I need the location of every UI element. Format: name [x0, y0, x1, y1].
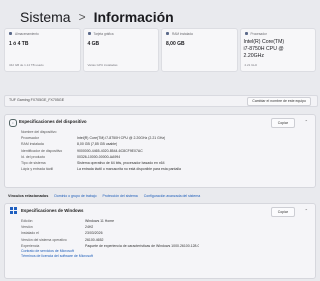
spec-key: Edición	[21, 219, 33, 224]
spec-key: Versión	[21, 225, 33, 230]
spec-key: Id. del producto	[21, 154, 46, 159]
spec-value: 24H2	[85, 225, 94, 230]
cpu-label: Procesador	[250, 32, 267, 36]
cpu-card[interactable]: Procesador Intel(R) Core(TM) i7-8750H CP…	[239, 28, 316, 72]
storage-value: 1 ó 4 TB	[9, 41, 29, 47]
spec-value: La entrada táctil o manuscrita no está d…	[77, 167, 181, 172]
copy-device-specs-button[interactable]: Copiar	[270, 118, 295, 128]
cpu-line-2: i7-8750H CPU @	[243, 46, 284, 52]
related-links-label: Vínculos relacionados	[8, 194, 49, 198]
spec-value: Intel(R) Core(TM) i7-8750H CPU @ 2.20GHz…	[77, 136, 166, 141]
spec-key: Tipo de sistema	[21, 161, 46, 166]
breadcrumb-parent[interactable]: Sistema	[20, 9, 71, 25]
device-name-row: TUF Gaming FX705GE_FX705GE Cambiar el no…	[4, 95, 318, 107]
spec-value: 8,00 GB (7,85 GB usable)	[77, 142, 118, 147]
breadcrumb: Sistema > Información	[20, 8, 174, 26]
spec-key: Nombre del dispositivo	[21, 130, 57, 135]
cpu-line-3: 2.20GHz	[243, 53, 264, 59]
storage-card[interactable]: Almacenamiento 1 ó 4 TB 342 GB de 1.14 T…	[4, 28, 81, 72]
link-domain-workgroup[interactable]: Dominio o grupo de trabajo	[54, 194, 96, 198]
summary-cards: Almacenamiento 1 ó 4 TB 342 GB de 1.14 T…	[0, 28, 320, 72]
spec-key: Instalado el	[21, 231, 39, 236]
gpu-icon	[87, 32, 91, 35]
device-name: TUF Gaming FX705GE_FX705GE	[9, 98, 65, 102]
spec-key: Lápiz y entrada táctil	[21, 167, 54, 172]
gpu-card[interactable]: Tarjeta gráfica 4 GB Varias GPU instalad…	[82, 28, 159, 72]
chevron-up-icon[interactable]: ⌃	[305, 208, 308, 213]
page-title: Información	[93, 9, 174, 25]
windows-logo-icon	[10, 207, 17, 214]
ram-card[interactable]: RAM instalada 8,00 GB	[161, 28, 238, 72]
spec-key: Versión del sistema operativo	[21, 237, 67, 242]
spec-value: 26100.4652	[85, 237, 104, 242]
spec-row: Lápiz y entrada táctil La entrada táctil …	[21, 166, 181, 172]
gpu-label: Tarjeta gráfica	[93, 32, 114, 36]
rename-pc-button[interactable]: Cambiar el nombre de este equipo	[247, 97, 311, 106]
gpu-sub: Varias GPU instaladas	[87, 63, 118, 67]
ram-label: RAM instalada	[172, 32, 193, 36]
device-specs-panel: i Especificaciones del dispositivo Copia…	[4, 114, 316, 188]
spec-value: Windows 11 Home	[85, 219, 115, 224]
storage-icon	[9, 32, 12, 35]
spec-value: 00326-10000-00000-AA994	[77, 154, 121, 159]
cpu-value: Intel(R) Core(TM) i7-8750H CPU @ 2.20GHz	[244, 39, 285, 60]
gpu-value: 4 GB	[87, 41, 100, 47]
device-specs-title: Especificaciones del dispositivo	[19, 119, 87, 124]
windows-specs-list: Edición Windows 11 Home Versión 24H2 Insta…	[21, 218, 199, 260]
link-advanced-settings[interactable]: Configuración avanzada del sistema	[144, 194, 200, 198]
ram-value: 8,00 GB	[166, 41, 185, 47]
storage-sub: 342 GB de 1.14 TB usado	[9, 63, 44, 67]
info-icon: i	[9, 119, 17, 127]
device-specs-list: Nombre del dispositivo Procesador Intel(R…	[21, 129, 181, 172]
cpu-line-1: Intel(R) Core(TM)	[243, 39, 285, 45]
spec-value: Sistema operativo de 64 bits, procesador…	[77, 161, 165, 166]
windows-specs-panel: Especificaciones de Windows Copiar ⌃ Edi…	[4, 203, 316, 279]
chevron-up-icon[interactable]: ⌃	[305, 119, 308, 124]
storage-label: Almacenamiento	[15, 32, 39, 36]
spec-value: Paquete de experiencia de característica…	[85, 243, 200, 248]
spec-key: Procesador	[21, 136, 39, 141]
copy-windows-specs-button[interactable]: Copiar	[270, 207, 295, 217]
ram-icon	[166, 32, 169, 35]
related-links-bar: Vínculos relacionados Dominio o grupo de…	[4, 191, 316, 201]
link-ms-license-terms[interactable]: Términos de licencia del software de Mic…	[21, 254, 199, 260]
spec-value: 23/03/2026	[85, 231, 103, 236]
spec-value: 9000000-4465-4020-8544-6C8CF9E07AC	[77, 148, 143, 153]
spec-key: Experiencia	[21, 243, 40, 248]
spec-key: Identificador de dispositivo	[21, 148, 63, 153]
breadcrumb-separator: >	[78, 10, 86, 24]
cpu-sub: 2.21 GHz	[244, 63, 258, 67]
cpu-icon	[244, 32, 248, 35]
spec-key: RAM instalada	[21, 142, 44, 147]
windows-specs-title: Especificaciones de Windows	[21, 208, 84, 213]
link-system-protection[interactable]: Protección del sistema	[103, 194, 138, 198]
